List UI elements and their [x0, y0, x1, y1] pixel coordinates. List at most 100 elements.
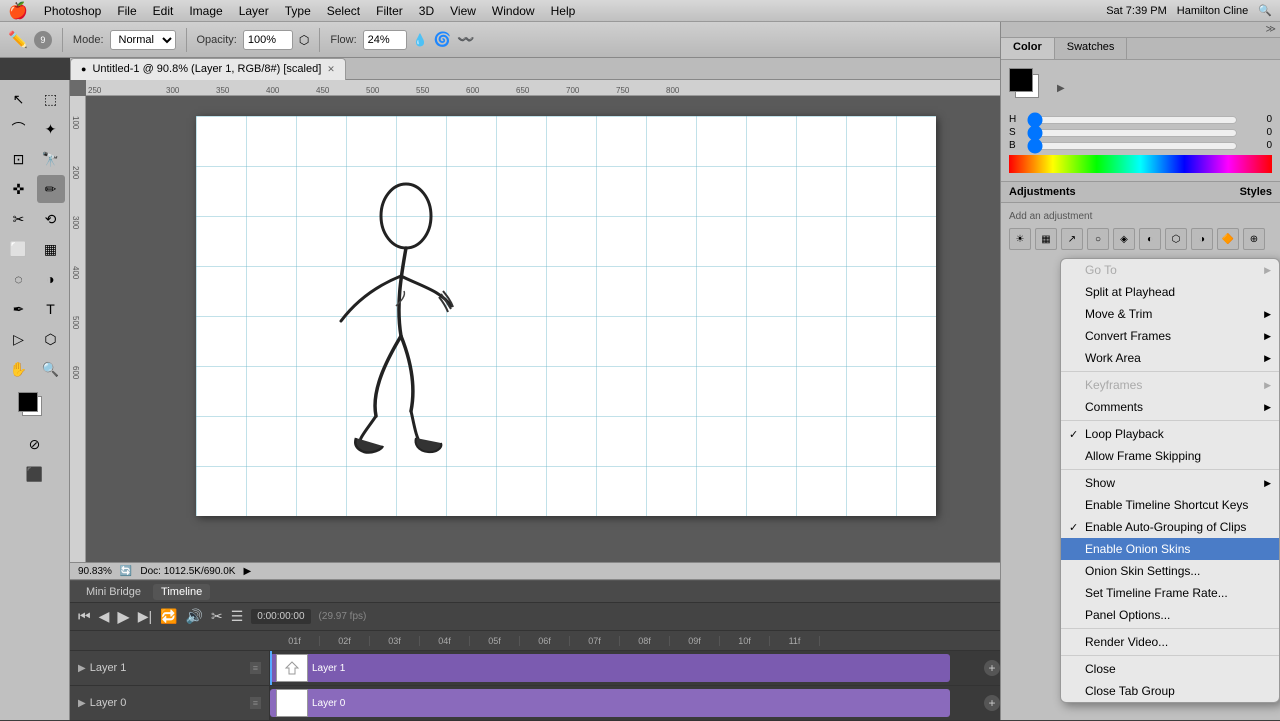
exposure-adj-icon[interactable]: ○: [1087, 228, 1109, 250]
path-select-tool[interactable]: ▷: [5, 325, 33, 353]
layer1-clip[interactable]: Layer 1: [270, 654, 950, 682]
s-slider[interactable]: [1027, 128, 1238, 138]
menu-item-convert-frames[interactable]: Convert Frames: [1061, 325, 1279, 347]
menu-item-work-area[interactable]: Work Area: [1061, 347, 1279, 369]
pen-tool[interactable]: ✒: [5, 295, 33, 323]
layer0-options-icon[interactable]: ≡: [250, 697, 261, 709]
brush-tool[interactable]: ✏: [37, 175, 65, 203]
gradient-tool[interactable]: ▦: [37, 235, 65, 263]
panel-collapse-icon[interactable]: ≫: [1266, 24, 1276, 35]
channel-mixer-adj-icon[interactable]: ⊕: [1243, 228, 1265, 250]
tab-swatches[interactable]: Swatches: [1055, 38, 1128, 59]
tab-close-icon[interactable]: ✕: [327, 64, 335, 75]
play-btn[interactable]: ▶: [117, 607, 129, 627]
blur-tool[interactable]: ◌: [5, 265, 33, 293]
add-layer0-btn[interactable]: +: [984, 695, 1000, 711]
play-icon[interactable]: ▶: [243, 566, 251, 577]
tab-mini-bridge[interactable]: Mini Bridge: [78, 584, 149, 600]
vibrance-adj-icon[interactable]: ◈: [1113, 228, 1135, 250]
menu-item-close-tab-group[interactable]: Close Tab Group: [1061, 680, 1279, 702]
airbrush-icon[interactable]: 🌀: [434, 31, 451, 48]
bw-adj-icon[interactable]: ◑: [1191, 228, 1213, 250]
zoom-tool[interactable]: 🔍: [37, 355, 65, 383]
hand-tool[interactable]: ✋: [5, 355, 33, 383]
rewind-to-start-btn[interactable]: ⏮: [78, 608, 91, 625]
fg-bg-swatches[interactable]: [1009, 68, 1049, 108]
menu-type[interactable]: Type: [285, 4, 311, 18]
shape-tool[interactable]: ⬡: [37, 325, 65, 353]
menu-select[interactable]: Select: [327, 4, 360, 18]
playhead[interactable]: [270, 651, 272, 685]
b-slider[interactable]: [1027, 141, 1238, 151]
mode-select[interactable]: Normal: [110, 30, 176, 50]
track-content-layer1[interactable]: Layer 1: [270, 651, 980, 685]
eyedropper-tool[interactable]: 🔭: [37, 145, 65, 173]
tab-color[interactable]: Color: [1001, 38, 1055, 59]
brush-tool-icon[interactable]: ✏️: [8, 30, 28, 50]
menu-item-set-timeline-frame-rate[interactable]: Set Timeline Frame Rate...: [1061, 582, 1279, 604]
smoothing-icon[interactable]: 〰️: [457, 31, 474, 48]
add-layer1-btn[interactable]: +: [984, 660, 1000, 676]
menu-edit[interactable]: Edit: [153, 4, 174, 18]
menu-item-enable-timeline-shortcut[interactable]: Enable Timeline Shortcut Keys: [1061, 494, 1279, 516]
menu-item-panel-options[interactable]: Panel Options...: [1061, 604, 1279, 626]
menu-filter[interactable]: Filter: [376, 4, 403, 18]
menu-item-comments[interactable]: Comments: [1061, 396, 1279, 418]
magic-wand-tool[interactable]: ✦: [37, 115, 65, 143]
canvas-white[interactable]: [196, 116, 936, 516]
menu-3d[interactable]: 3D: [419, 4, 434, 18]
levels-adj-icon[interactable]: ▦: [1035, 228, 1057, 250]
menu-item-loop-playback[interactable]: ✓ Loop Playback: [1061, 423, 1279, 445]
trim-btn[interactable]: ✂: [211, 608, 223, 625]
menu-item-show[interactable]: Show: [1061, 472, 1279, 494]
color-gradient-bar[interactable]: [1009, 155, 1272, 173]
type-tool[interactable]: T: [37, 295, 65, 323]
menu-item-keyframes[interactable]: Keyframes: [1061, 374, 1279, 396]
menu-image[interactable]: Image: [189, 4, 222, 18]
menu-item-enable-auto-grouping[interactable]: ✓ Enable Auto-Grouping of Clips: [1061, 516, 1279, 538]
tab-timeline[interactable]: Timeline: [153, 584, 210, 600]
quick-mask-tool[interactable]: ⊘: [21, 430, 49, 458]
panel-arrow-icon[interactable]: ▶: [1057, 83, 1065, 94]
menu-item-split-playhead[interactable]: Split at Playhead: [1061, 281, 1279, 303]
dodge-tool[interactable]: ◑: [37, 265, 65, 293]
menu-layer[interactable]: Layer: [239, 4, 269, 18]
active-tab[interactable]: ● Untitled-1 @ 90.8% (Layer 1, RGB/8#) […: [70, 58, 346, 80]
flow-input[interactable]: [363, 30, 407, 50]
menu-item-allow-frame-skipping[interactable]: Allow Frame Skipping: [1061, 445, 1279, 467]
menu-item-move-trim[interactable]: Move & Trim: [1061, 303, 1279, 325]
eraser-tool[interactable]: ⬜: [5, 235, 33, 263]
fg-swatch[interactable]: [1009, 68, 1033, 92]
settings-btn[interactable]: ☰: [231, 608, 244, 625]
foreground-color-swatch[interactable]: [18, 392, 38, 412]
curves-adj-icon[interactable]: ↗: [1061, 228, 1083, 250]
menu-item-enable-onion-skins[interactable]: Enable Onion Skins: [1061, 538, 1279, 560]
colorbalance-adj-icon[interactable]: ⬡: [1165, 228, 1187, 250]
menu-help[interactable]: Help: [551, 4, 576, 18]
move-tool[interactable]: ↖: [5, 85, 33, 113]
loop-btn[interactable]: 🔁: [160, 608, 177, 625]
crop-tool[interactable]: ⊡: [5, 145, 33, 173]
menu-window[interactable]: Window: [492, 4, 535, 18]
menu-item-close[interactable]: Close: [1061, 658, 1279, 680]
brightness-adj-icon[interactable]: ☀: [1009, 228, 1031, 250]
foreground-background-swatches[interactable]: [18, 392, 52, 426]
layer1-expand-icon[interactable]: ▶: [78, 663, 86, 674]
menu-file[interactable]: File: [117, 4, 136, 18]
apple-icon[interactable]: 🍎: [8, 1, 28, 21]
photo-filter-adj-icon[interactable]: 🔶: [1217, 228, 1239, 250]
audio-btn[interactable]: 🔊: [186, 608, 203, 625]
menu-item-render-video[interactable]: Render Video...: [1061, 631, 1279, 653]
track-content-layer0[interactable]: Layer 0: [270, 686, 980, 720]
layer0-expand-icon[interactable]: ▶: [78, 698, 86, 709]
opacity-input[interactable]: [243, 30, 293, 50]
search-icon[interactable]: 🔍: [1258, 4, 1272, 17]
layer1-options-icon[interactable]: ≡: [250, 662, 261, 674]
menu-view[interactable]: View: [450, 4, 476, 18]
hue-adj-icon[interactable]: ◐: [1139, 228, 1161, 250]
menu-photoshop[interactable]: Photoshop: [44, 4, 101, 18]
select-tool[interactable]: ⬚: [37, 85, 65, 113]
clone-tool[interactable]: ✂: [5, 205, 33, 233]
menu-item-onion-skin-settings[interactable]: Onion Skin Settings...: [1061, 560, 1279, 582]
next-frame-btn[interactable]: ▶|: [138, 608, 152, 625]
